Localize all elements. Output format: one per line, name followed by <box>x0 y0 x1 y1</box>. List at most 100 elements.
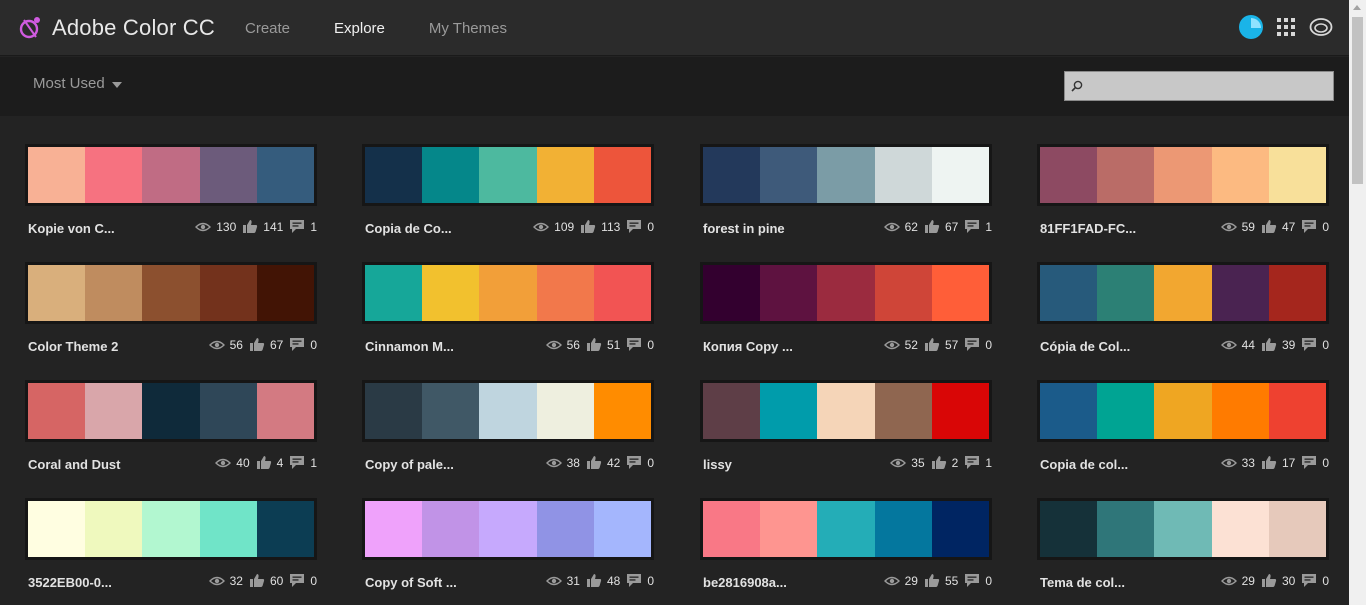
theme-card[interactable]: Copia de col... 33 17 0 <box>1037 380 1329 476</box>
likes-stat[interactable]: 39 <box>1261 337 1295 352</box>
color-swatch[interactable] <box>593 265 652 321</box>
comments-stat[interactable]: 0 <box>964 573 992 588</box>
color-swatch[interactable] <box>479 501 537 557</box>
color-swatch[interactable] <box>1154 265 1212 321</box>
theme-card[interactable]: Cinnamon M... 56 51 0 <box>362 262 654 358</box>
theme-card[interactable]: forest in pine 62 67 1 <box>700 144 992 240</box>
scroll-up-icon[interactable] <box>1353 5 1361 10</box>
color-swatch[interactable] <box>760 147 818 203</box>
color-swatch[interactable] <box>1211 501 1269 557</box>
color-swatch[interactable] <box>85 265 143 321</box>
likes-stat[interactable]: 48 <box>586 573 620 588</box>
color-swatch[interactable] <box>1268 501 1327 557</box>
theme-card[interactable]: Copy of pale... 38 42 0 <box>362 380 654 476</box>
theme-title[interactable]: Color Theme 2 <box>28 339 118 354</box>
likes-stat[interactable]: 42 <box>586 455 620 470</box>
theme-palette[interactable] <box>25 498 317 560</box>
theme-title[interactable]: 81FF1FAD-FC... <box>1040 221 1136 236</box>
color-swatch[interactable] <box>1268 147 1327 203</box>
scrollbar-thumb[interactable] <box>1352 17 1363 184</box>
color-swatch[interactable] <box>874 147 932 203</box>
nav-explore[interactable]: Explore <box>334 20 385 37</box>
comments-stat[interactable]: 1 <box>289 219 317 234</box>
comments-stat[interactable]: 0 <box>1301 337 1329 352</box>
color-swatch[interactable] <box>142 147 200 203</box>
color-swatch[interactable] <box>536 501 594 557</box>
theme-card[interactable]: Color Theme 2 56 67 0 <box>25 262 317 358</box>
theme-title[interactable]: Coral and Dust <box>28 457 120 472</box>
color-swatch[interactable] <box>1268 383 1327 439</box>
color-swatch[interactable] <box>1040 265 1098 321</box>
color-swatch[interactable] <box>256 383 315 439</box>
comments-stat[interactable]: 0 <box>626 573 654 588</box>
theme-title[interactable]: Cinnamon M... <box>365 339 454 354</box>
color-swatch[interactable] <box>1154 501 1212 557</box>
color-swatch[interactable] <box>1154 383 1212 439</box>
theme-title[interactable]: Kopie von C... <box>28 221 115 236</box>
theme-card[interactable]: Cópia de Col... 44 39 0 <box>1037 262 1329 358</box>
theme-palette[interactable] <box>700 498 992 560</box>
color-swatch[interactable] <box>365 147 423 203</box>
color-swatch[interactable] <box>422 383 480 439</box>
color-swatch[interactable] <box>1154 147 1212 203</box>
search-box[interactable] <box>1064 71 1334 101</box>
color-swatch[interactable] <box>817 501 875 557</box>
likes-stat[interactable]: 17 <box>1261 455 1295 470</box>
theme-palette[interactable] <box>25 262 317 324</box>
color-swatch[interactable] <box>1211 265 1269 321</box>
color-swatch[interactable] <box>422 147 480 203</box>
comments-stat[interactable]: 0 <box>626 219 654 234</box>
color-swatch[interactable] <box>422 501 480 557</box>
color-swatch[interactable] <box>536 147 594 203</box>
likes-stat[interactable]: 4 <box>256 455 283 470</box>
comments-stat[interactable]: 0 <box>1301 573 1329 588</box>
color-swatch[interactable] <box>817 147 875 203</box>
theme-card[interactable]: Coral and Dust 40 4 1 <box>25 380 317 476</box>
theme-title[interactable]: Copy of Soft ... <box>365 575 457 590</box>
theme-palette[interactable] <box>362 144 654 206</box>
color-swatch[interactable] <box>931 501 990 557</box>
nav-create[interactable]: Create <box>245 20 290 37</box>
likes-stat[interactable]: 2 <box>931 455 958 470</box>
comments-stat[interactable]: 0 <box>1301 219 1329 234</box>
color-swatch[interactable] <box>536 383 594 439</box>
color-swatch[interactable] <box>703 147 761 203</box>
theme-palette[interactable] <box>700 380 992 442</box>
color-swatch[interactable] <box>593 383 652 439</box>
theme-palette[interactable] <box>362 262 654 324</box>
color-swatch[interactable] <box>703 501 761 557</box>
comments-stat[interactable]: 0 <box>626 337 654 352</box>
user-avatar[interactable] <box>1239 15 1263 39</box>
theme-card[interactable]: Tema de col... 29 30 0 <box>1037 498 1329 594</box>
color-swatch[interactable] <box>479 383 537 439</box>
color-swatch[interactable] <box>142 383 200 439</box>
app-logo[interactable]: Adobe Color CC <box>18 15 215 41</box>
theme-card[interactable]: 3522EB00-0... 32 60 0 <box>25 498 317 594</box>
color-swatch[interactable] <box>85 383 143 439</box>
color-swatch[interactable] <box>479 147 537 203</box>
color-swatch[interactable] <box>703 265 761 321</box>
theme-palette[interactable] <box>1037 262 1329 324</box>
color-swatch[interactable] <box>85 501 143 557</box>
color-swatch[interactable] <box>1097 501 1155 557</box>
color-swatch[interactable] <box>1040 501 1098 557</box>
likes-stat[interactable]: 60 <box>249 573 283 588</box>
color-swatch[interactable] <box>703 383 761 439</box>
theme-title[interactable]: be2816908a... <box>703 575 787 590</box>
theme-card[interactable]: Kopie von C... 130 141 1 <box>25 144 317 240</box>
comments-stat[interactable]: 0 <box>289 573 317 588</box>
comments-stat[interactable]: 0 <box>964 337 992 352</box>
creative-cloud-icon[interactable] <box>1309 17 1333 37</box>
theme-card[interactable]: 81FF1FAD-FC... 59 47 0 <box>1037 144 1329 240</box>
color-swatch[interactable] <box>760 501 818 557</box>
theme-title[interactable]: Copia de Co... <box>365 221 452 236</box>
color-swatch[interactable] <box>28 383 86 439</box>
color-swatch[interactable] <box>931 383 990 439</box>
theme-palette[interactable] <box>700 144 992 206</box>
comments-stat[interactable]: 1 <box>964 455 992 470</box>
theme-card[interactable]: Copy of Soft ... 31 48 0 <box>362 498 654 594</box>
theme-palette[interactable] <box>1037 498 1329 560</box>
color-swatch[interactable] <box>593 501 652 557</box>
likes-stat[interactable]: 55 <box>924 573 958 588</box>
color-swatch[interactable] <box>199 265 257 321</box>
